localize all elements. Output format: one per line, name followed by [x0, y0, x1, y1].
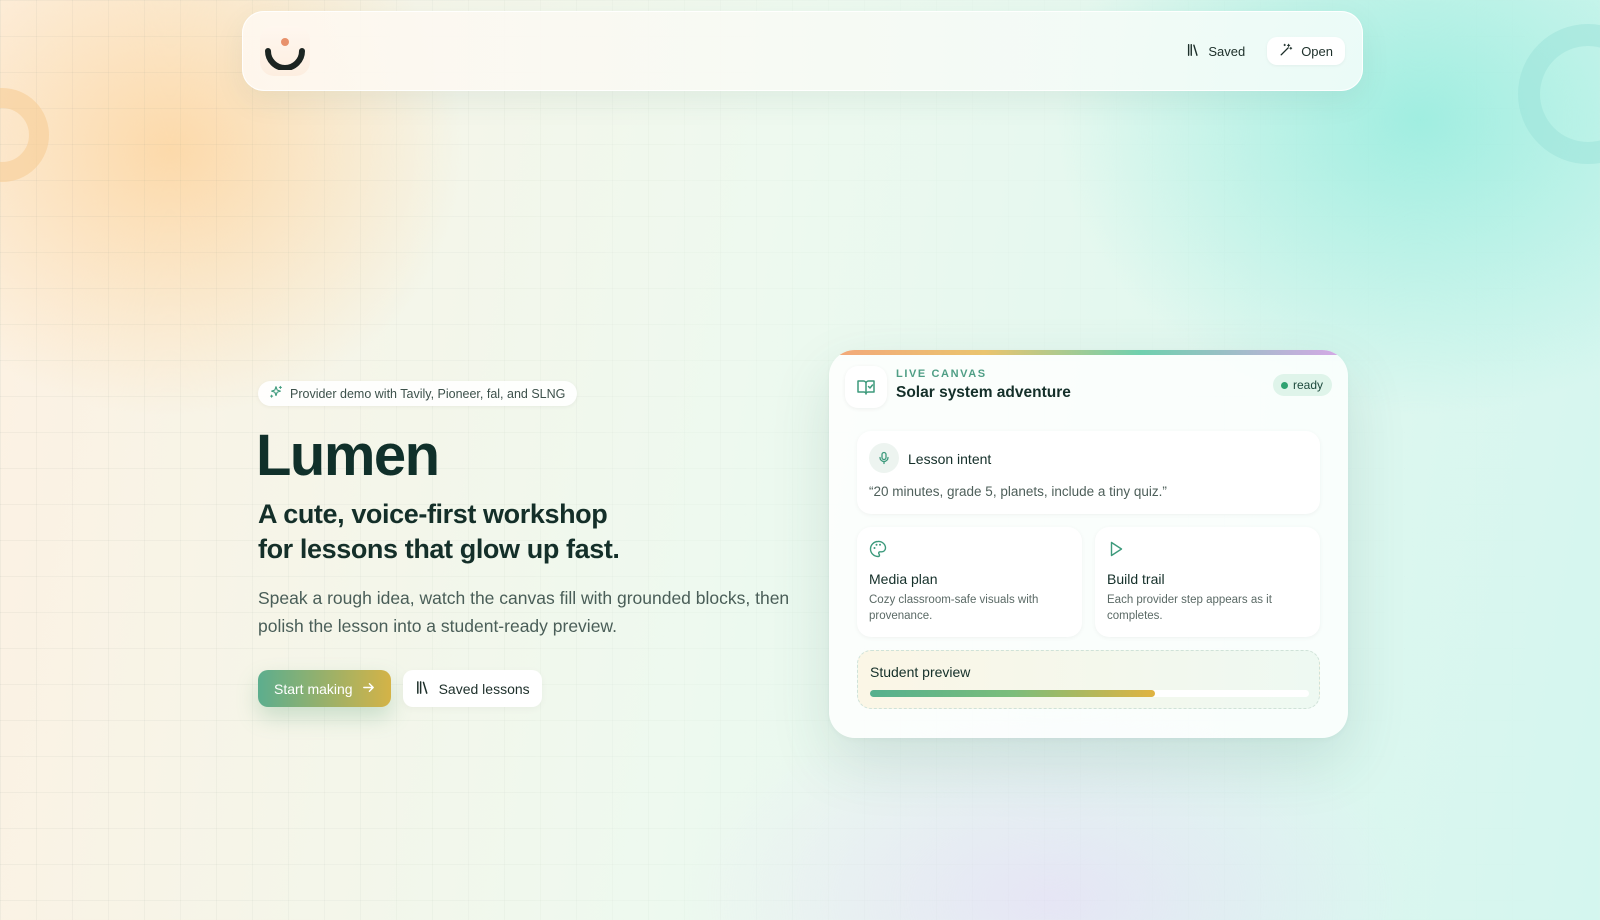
card-kicker: LIVE CANVAS: [896, 368, 987, 380]
top-navigation-bar: Saved Open: [242, 11, 1363, 91]
live-canvas-card: LIVE CANVAS Solar system adventure ready…: [829, 350, 1348, 738]
lesson-intent-label: Lesson intent: [908, 451, 992, 467]
media-plan-title: Media plan: [869, 571, 938, 587]
build-trail-block: Build trail Each provider step appears a…: [1095, 527, 1320, 637]
card-title: Solar system adventure: [896, 384, 1071, 401]
background-grid: [0, 0, 1600, 920]
status-badge: ready: [1272, 374, 1332, 396]
open-nav-button[interactable]: Open: [1267, 37, 1345, 65]
hero-subtitle: A cute, voice-first workshop for lessons…: [258, 497, 678, 567]
library-icon: [1186, 43, 1200, 60]
hero-subtitle-line-2: for lessons that glow up fast.: [258, 534, 620, 564]
sparkles-icon: [269, 385, 283, 402]
student-preview-block: Student preview: [857, 650, 1320, 709]
page-title: Lumen: [256, 423, 440, 488]
student-preview-progress-track: [870, 690, 1309, 697]
saved-lessons-button[interactable]: Saved lessons: [402, 670, 542, 707]
library-icon: [415, 680, 430, 698]
provider-badge: Provider demo with Tavily, Pioneer, fal,…: [258, 381, 578, 406]
decorative-ring-right: [1518, 24, 1600, 164]
build-trail-description: Each provider step appears as it complet…: [1107, 594, 1272, 622]
hero-subtitle-line-1: A cute, voice-first workshop: [258, 499, 608, 529]
build-trail-title: Build trail: [1107, 571, 1165, 587]
lesson-intent-quote: “20 minutes, grade 5, planets, include a…: [869, 484, 1167, 499]
card-accent-stripe: [829, 350, 1348, 355]
microphone-icon: [869, 443, 899, 473]
lesson-intent-block: Lesson intent “20 minutes, grade 5, plan…: [857, 431, 1320, 514]
hero-description: Speak a rough idea, watch the canvas fil…: [258, 588, 790, 636]
status-dot-icon: [1280, 381, 1288, 389]
saved-nav-label: Saved: [1208, 43, 1246, 59]
status-badge-label: ready: [1292, 378, 1323, 392]
nav-actions: Saved Open: [1174, 37, 1345, 65]
cta-row: Start making Saved lessons: [258, 670, 542, 707]
saved-lessons-label: Saved lessons: [438, 680, 530, 697]
media-plan-block: Media plan Cozy classroom-safe visuals w…: [857, 527, 1082, 637]
decorative-ring-left: [0, 88, 49, 182]
media-plan-description: Cozy classroom-safe visuals with provena…: [869, 594, 1039, 622]
start-making-label: Start making: [274, 680, 353, 697]
book-check-icon: [845, 366, 887, 408]
start-making-button[interactable]: Start making: [258, 670, 391, 707]
open-nav-label: Open: [1301, 43, 1333, 59]
provider-badge-text: Provider demo with Tavily, Pioneer, fal,…: [290, 386, 566, 401]
smile-logo-icon[interactable]: [260, 26, 310, 76]
student-preview-progress-fill: [870, 690, 1156, 697]
saved-nav-button[interactable]: Saved: [1174, 37, 1257, 65]
magic-wand-icon: [1279, 43, 1293, 60]
arrow-right-icon: [362, 681, 375, 697]
student-preview-label: Student preview: [870, 664, 971, 680]
